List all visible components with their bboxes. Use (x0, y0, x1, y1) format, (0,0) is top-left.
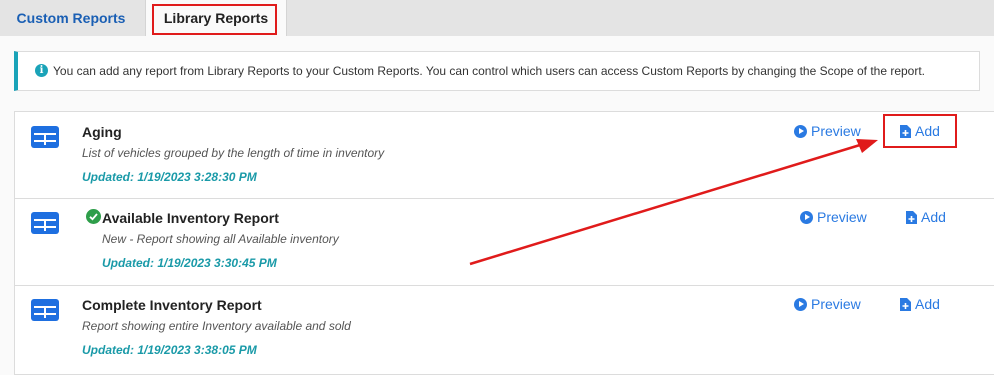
file-add-icon (900, 297, 911, 311)
play-icon (800, 210, 813, 224)
file-add-icon (906, 210, 917, 224)
add-label: Add (921, 209, 946, 225)
info-banner-text: You can add any report from Library Repo… (53, 64, 926, 78)
check-circle-icon (86, 209, 101, 224)
table-icon (31, 212, 59, 234)
add-button[interactable]: Add (900, 296, 940, 312)
report-updated: Updated: 1/19/2023 3:38:05 PM (82, 343, 257, 357)
tab-custom-reports[interactable]: Custom Reports (0, 0, 142, 36)
play-icon (794, 124, 807, 138)
info-icon: i (35, 64, 48, 77)
report-list: Aging List of vehicles grouped by the le… (14, 111, 994, 375)
add-button[interactable]: Add (906, 209, 946, 225)
preview-label: Preview (817, 209, 867, 225)
preview-button[interactable]: Preview (794, 123, 861, 139)
library-reports-panel: i You can add any report from Library Re… (0, 36, 994, 375)
play-icon (794, 297, 807, 311)
report-title: Aging (82, 124, 122, 140)
report-title: Available Inventory Report (102, 210, 279, 226)
file-add-icon (900, 124, 911, 138)
report-updated: Updated: 1/19/2023 3:28:30 PM (82, 170, 257, 184)
preview-label: Preview (811, 123, 861, 139)
table-icon (31, 299, 59, 321)
report-title: Complete Inventory Report (82, 297, 262, 313)
tab-bar: Custom Reports Library Reports (0, 0, 994, 36)
add-button[interactable]: Add (900, 123, 940, 139)
info-banner: i You can add any report from Library Re… (14, 51, 980, 91)
report-updated: Updated: 1/19/2023 3:30:45 PM (102, 256, 277, 270)
add-label: Add (915, 296, 940, 312)
report-row-complete-inventory: Complete Inventory Report Report showing… (15, 286, 994, 375)
report-row-aging: Aging List of vehicles grouped by the le… (15, 112, 994, 199)
report-description: New - Report showing all Available inven… (102, 232, 339, 246)
tab-library-reports[interactable]: Library Reports (145, 0, 287, 36)
add-label: Add (915, 123, 940, 139)
report-description: List of vehicles grouped by the length o… (82, 146, 385, 160)
preview-label: Preview (811, 296, 861, 312)
report-row-available-inventory: Available Inventory Report New - Report … (15, 199, 994, 286)
report-description: Report showing entire Inventory availabl… (82, 319, 351, 333)
preview-button[interactable]: Preview (800, 209, 867, 225)
table-icon (31, 126, 59, 148)
preview-button[interactable]: Preview (794, 296, 861, 312)
